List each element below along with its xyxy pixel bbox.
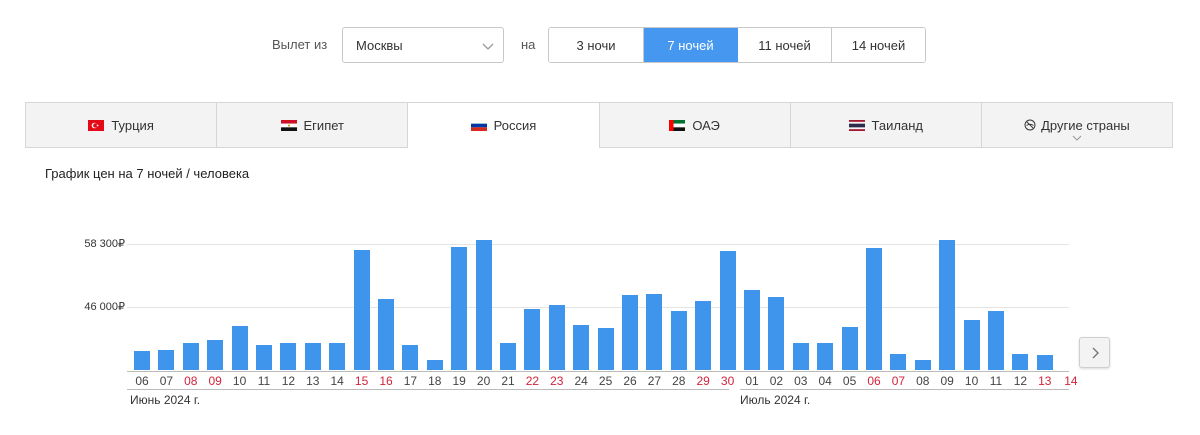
price-bar[interactable] [890,353,907,370]
price-bar[interactable] [646,294,663,370]
month-label-june: Июнь 2024 г. [130,393,201,407]
x-tick-label: 10 [232,374,247,388]
x-tick-label: 15 [354,374,369,388]
gridline [127,307,1069,308]
x-tick-label: 18 [428,374,442,388]
price-bar[interactable] [841,326,858,370]
x-tick-label: 26 [623,374,637,388]
month-divider [127,389,729,390]
x-tick-label: 25 [598,374,613,388]
x-tick-label: 01 [745,374,759,388]
price-bar[interactable] [622,294,638,370]
price-bar[interactable] [792,343,809,370]
price-bar[interactable] [256,344,272,370]
x-tick-label: 08 [916,374,930,388]
x-tick-label: 10 [964,374,979,388]
price-bar[interactable] [426,359,443,370]
price-bar[interactable] [280,343,297,370]
x-tick-label: 29 [696,374,710,388]
gridline [127,244,1069,245]
x-tick-label: 28 [672,374,686,388]
x-tick-label: 12 [1013,374,1028,388]
price-bar[interactable] [402,345,419,370]
x-tick-label: 17 [403,374,418,388]
price-bar[interactable] [597,328,614,370]
x-tick-label: 14 [1064,374,1078,388]
x-tick-label: 23 [550,374,564,388]
price-bar[interactable] [304,343,321,370]
price-bar[interactable] [548,305,565,370]
price-bar[interactable] [914,359,931,370]
price-bar[interactable] [573,325,590,370]
chevron-right-icon [1092,347,1099,358]
price-bar[interactable] [963,320,980,370]
x-tick-label: 07 [891,374,906,388]
price-bar[interactable] [207,339,224,370]
price-bar[interactable] [988,311,1004,370]
price-bar[interactable] [939,239,956,370]
x-tick-label: 13 [1038,374,1052,388]
price-bar[interactable] [475,240,492,370]
x-tick-label: 07 [159,374,174,388]
price-bar[interactable] [231,326,248,370]
x-tick-label: 02 [769,374,784,388]
price-bar[interactable] [524,308,541,370]
x-tick-label: 09 [940,374,954,388]
x-tick-label: 12 [281,374,296,388]
price-bar[interactable] [768,297,785,370]
x-tick-label: 05 [842,374,857,388]
x-tick-label: 27 [647,374,662,388]
x-tick-label: 14 [330,374,344,388]
x-tick-label: 24 [574,374,588,388]
x-axis [127,371,1069,372]
price-bar[interactable] [353,249,370,370]
price-bar[interactable] [182,343,199,370]
x-tick-label: 03 [794,374,808,388]
price-bar[interactable] [817,343,834,370]
x-tick-label: 30 [720,374,735,388]
month-label-july: Июль 2024 г. [740,393,811,407]
x-tick-label: 13 [306,374,320,388]
price-bar[interactable] [1012,353,1029,370]
x-tick-label: 11 [989,374,1003,388]
price-bar[interactable] [158,349,175,370]
y-tick-label: 58 300₽ [84,238,125,250]
price-bar[interactable] [866,247,882,370]
price-chart: 58 300₽ 46 000₽ Июнь 2024 г. Июль 2024 г… [0,0,1200,435]
x-tick-label: 08 [184,374,198,388]
price-bar[interactable] [500,343,516,370]
x-tick-label: 11 [257,374,271,388]
y-tick-label: 46 000₽ [84,301,125,313]
price-bar[interactable] [695,300,712,370]
price-bar[interactable] [329,343,346,370]
x-tick-label: 19 [452,374,466,388]
x-tick-label: 06 [135,374,149,388]
x-tick-label: 20 [476,374,491,388]
x-tick-label: 16 [379,374,393,388]
x-tick-label: 09 [208,374,222,388]
price-bar[interactable] [378,298,394,370]
price-bar[interactable] [134,351,150,370]
x-tick-label: 04 [818,374,832,388]
price-bar[interactable] [670,311,687,370]
price-bar[interactable] [719,251,736,370]
chart-next-button[interactable] [1079,337,1110,368]
price-bar[interactable] [451,247,468,370]
x-tick-label: 22 [525,374,540,388]
x-tick-label: 06 [867,374,881,388]
month-divider [740,389,1069,390]
x-tick-label: 21 [501,374,515,388]
price-bar[interactable] [744,289,760,370]
price-bar[interactable] [1036,354,1053,370]
